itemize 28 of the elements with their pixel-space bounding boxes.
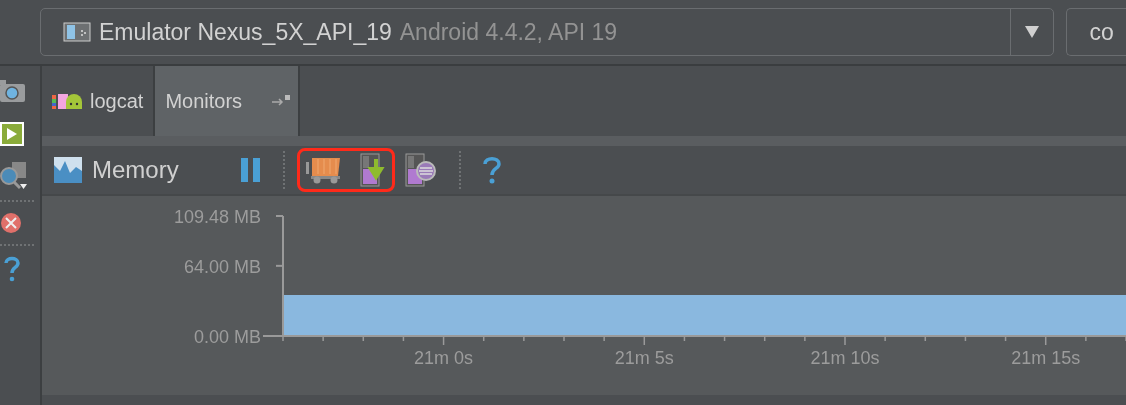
monitor-title: Memory: [92, 156, 179, 184]
stop-icon[interactable]: [0, 212, 22, 234]
allocation-tracker-icon[interactable]: [404, 153, 437, 187]
camera-icon[interactable]: [0, 80, 26, 104]
help-icon[interactable]: [4, 256, 20, 282]
dropdown-arrow-icon[interactable]: [1025, 26, 1040, 38]
x-tick-label: 21m 0s: [414, 348, 474, 368]
search-icon[interactable]: [0, 160, 28, 190]
process-button[interactable]: co: [1066, 8, 1126, 56]
y-tick-label: 109.48 MB: [173, 207, 261, 227]
heap-dump-icon[interactable]: [359, 153, 386, 187]
device-icon: [63, 22, 91, 42]
x-tick-label: 21m 10s: [810, 348, 880, 368]
pin-icon[interactable]: [272, 95, 291, 107]
device-dropdown[interactable]: Emulator Nexus_5X_API_19 Android 4.4.2, API 19: [40, 8, 1055, 56]
help-icon[interactable]: [482, 156, 501, 184]
device-name: Emulator Nexus_5X_API_19: [99, 18, 392, 46]
play-icon[interactable]: [0, 122, 24, 146]
y-tick-label: 0.00 MB: [193, 327, 261, 347]
device-details: Android 4.4.2, API 19: [399, 18, 618, 46]
tab[interactable]: Monitors: [155, 66, 301, 136]
truck-icon[interactable]: [305, 156, 340, 184]
pause-icon[interactable]: [240, 158, 261, 182]
x-tick-label: 21m 15s: [1011, 348, 1081, 368]
memory-chart-icon: [54, 157, 82, 183]
x-tick-label: 21m 5s: [614, 348, 674, 368]
y-tick-label: 64.00 MB: [183, 256, 261, 277]
android-icon: [52, 92, 84, 110]
